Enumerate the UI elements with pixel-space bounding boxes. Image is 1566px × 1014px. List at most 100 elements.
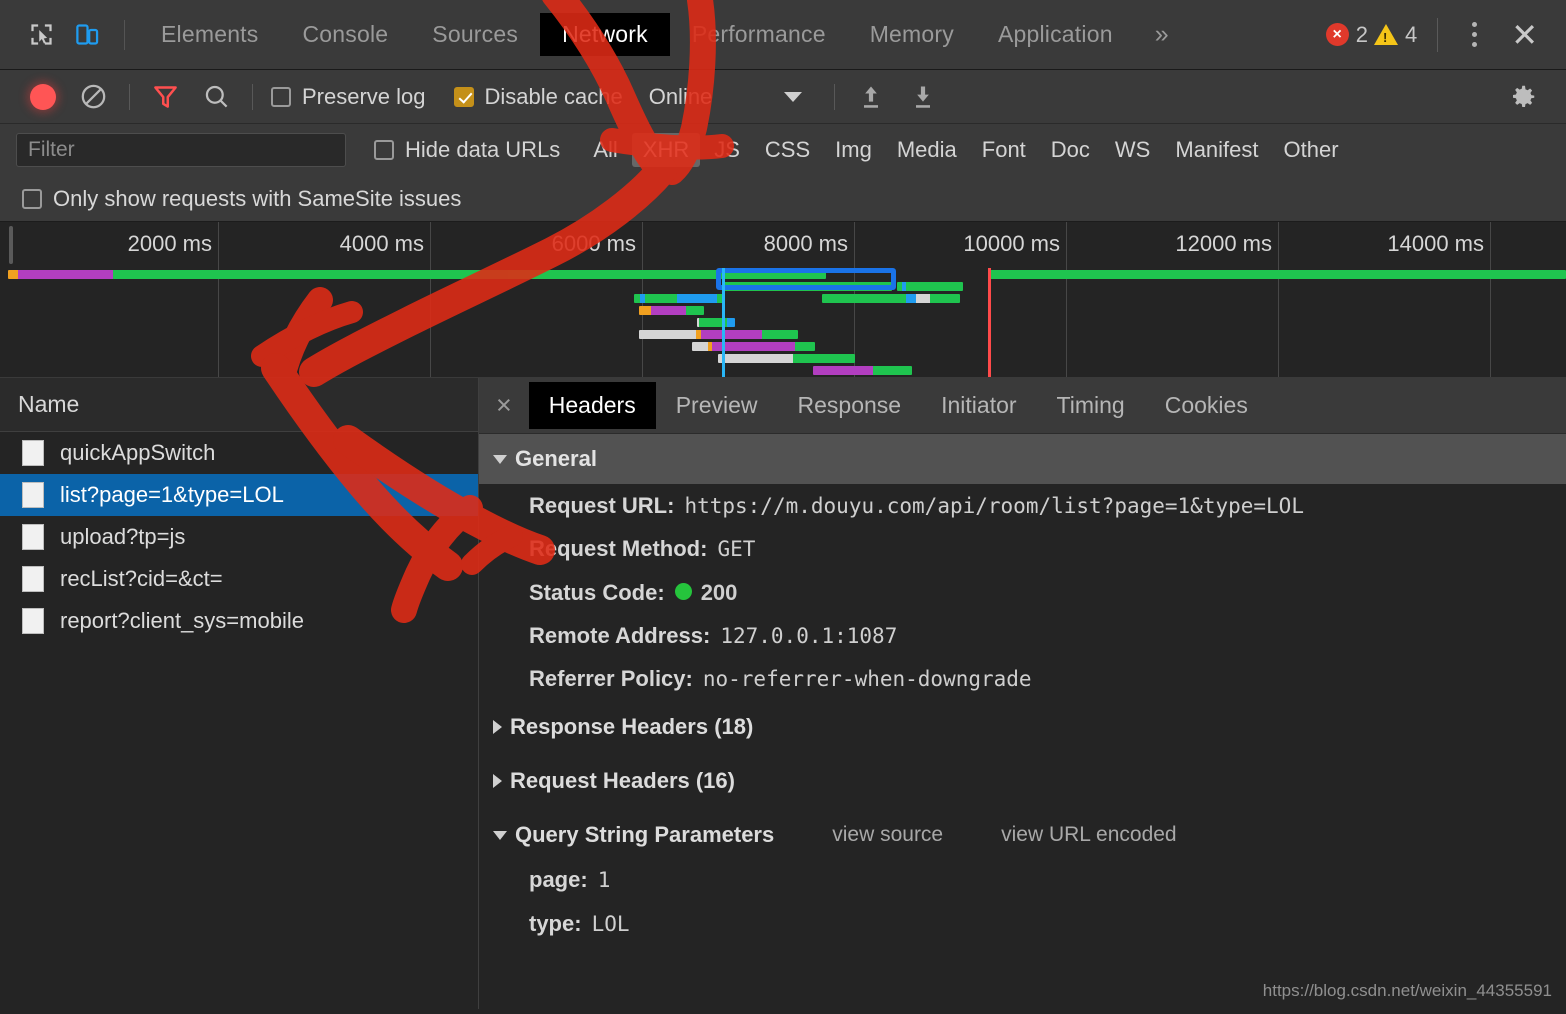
request-type-icon [22,440,44,466]
clear-button[interactable] [68,70,119,124]
detail-tab-initiator[interactable]: Initiator [921,382,1036,429]
panel-tabs: Elements Console Sources Network Perform… [139,13,1189,56]
filter-funnel-icon[interactable] [140,70,191,124]
overview-tick-label: 6000 ms [551,231,636,256]
type-filter-all[interactable]: All [582,133,628,167]
samesite-filter-row[interactable]: Only show requests with SameSite issues [0,176,1566,222]
detail-close-icon[interactable]: × [479,390,529,421]
view-source-link[interactable]: view source [832,823,943,847]
tab-application[interactable]: Application [976,13,1135,56]
general-item-value: GET [717,537,756,562]
disable-cache-checkbox[interactable]: Disable cache [453,84,623,110]
search-icon[interactable] [191,70,242,124]
toolbar-divider-2 [252,83,253,110]
request-detail-panel: × Headers Preview Response Initiator Tim… [479,378,1566,1009]
type-filter-manifest[interactable]: Manifest [1164,133,1269,167]
triangle-down-icon [493,830,507,840]
type-filter-css[interactable]: CSS [754,133,821,167]
record-button[interactable] [18,70,68,124]
general-item: Request Method: GET [479,527,1566,570]
waterfall-selection-box[interactable] [716,268,896,290]
request-row[interactable]: quickAppSwitch [0,432,478,474]
request-row[interactable]: upload?tp=js [0,516,478,558]
detail-tab-timing[interactable]: Timing [1037,382,1145,429]
tab-network[interactable]: Network [540,13,670,56]
response-headers-title: Response Headers (18) [510,714,754,740]
warning-badge[interactable]: 4 [1373,21,1418,48]
general-item-value: https://m.douyu.com/api/room/list?page=1… [684,494,1304,518]
samesite-checkbox-box [22,188,42,209]
throttle-select-value[interactable]: Online [649,84,713,110]
filter-input[interactable] [16,133,346,167]
view-url-encoded-link[interactable]: view URL encoded [1001,823,1177,847]
tab-console[interactable]: Console [280,13,410,56]
query-param-key: type: [529,910,582,936]
request-name: upload?tp=js [60,524,186,549]
request-row[interactable]: recList?cid=&ct= [0,558,478,600]
disable-cache-checkbox-box [453,86,474,107]
overview-tick-label: 10000 ms [963,231,1060,256]
warning-count: 4 [1404,21,1418,47]
more-tabs-icon[interactable]: » [1135,14,1189,55]
chevron-down-icon[interactable] [784,91,803,102]
request-name: recList?cid=&ct= [60,566,223,591]
kebab-menu-icon[interactable] [1458,16,1491,53]
devtools-window: Elements Console Sources Network Perform… [0,0,1566,1014]
hide-data-urls-checkbox[interactable]: Hide data URLs [374,137,560,163]
type-filter-ws[interactable]: WS [1104,133,1161,167]
general-item-key: Referrer Policy: [529,666,693,692]
query-string-section[interactable]: Query String Parameters view source view… [479,808,1566,858]
general-section-header[interactable]: General [479,434,1566,484]
type-filter-other[interactable]: Other [1273,133,1350,167]
waterfall-bar [8,270,826,279]
warning-icon [1373,24,1398,45]
general-item-key: Request URL: [529,493,675,518]
gear-icon[interactable] [1496,70,1550,124]
tab-elements[interactable]: Elements [139,13,280,56]
samesite-label: Only show requests with SameSite issues [53,185,462,211]
dom-content-loaded-marker [722,268,725,377]
general-item-key: Remote Address: [529,622,711,648]
request-type-icon [22,566,44,592]
general-item: Referrer Policy: no-referrer-when-downgra… [479,657,1566,700]
tabbar-right-controls: × 2 4 ✕ [1325,16,1552,54]
close-icon[interactable]: ✕ [1497,16,1552,54]
type-filter-doc[interactable]: Doc [1040,133,1101,167]
request-row[interactable]: report?client_sys=mobile [0,600,478,642]
import-har-icon[interactable] [845,70,897,124]
preserve-log-checkbox-box [271,86,291,107]
filter-row: Hide data URLs All XHR JS CSS Img Media … [0,124,1566,176]
overview-tick-label: 2000 ms [127,231,212,256]
tab-sources[interactable]: Sources [410,13,540,56]
type-filter-js[interactable]: JS [703,133,751,167]
export-har-icon[interactable] [897,70,949,124]
device-toolbar-icon[interactable] [64,12,110,58]
request-headers-section[interactable]: Request Headers (16) [479,754,1566,808]
tab-performance[interactable]: Performance [670,13,848,56]
network-overview[interactable]: 2000 ms 4000 ms 6000 ms 8000 ms 10000 ms 1200… [0,222,1566,378]
request-name: quickAppSwitch [60,440,216,465]
response-headers-section[interactable]: Response Headers (18) [479,700,1566,754]
overview-waterfall [0,268,1566,377]
error-badge[interactable]: × 2 [1325,22,1368,48]
request-name: list?page=1&type=LOL [60,482,284,507]
devtools-tabbar: Elements Console Sources Network Perform… [0,0,1566,70]
type-filter-font[interactable]: Font [971,133,1037,167]
type-filter-media[interactable]: Media [886,133,968,167]
detail-tab-preview[interactable]: Preview [656,382,778,429]
column-header-name[interactable]: Name [0,378,478,432]
query-string-params: page: 1 type: LOL [479,858,1566,945]
general-item: Remote Address: 127.0.0.1:1087 [479,614,1566,657]
type-filter-img[interactable]: Img [824,133,883,167]
type-filter-xhr[interactable]: XHR [631,133,701,167]
request-row[interactable]: list?page=1&type=LOL [0,474,478,516]
tab-memory[interactable]: Memory [848,13,976,56]
preserve-log-checkbox[interactable]: Preserve log [271,84,426,110]
detail-tab-headers[interactable]: Headers [528,382,656,429]
preserve-log-label: Preserve log [302,83,426,109]
query-param-item: type: LOL [479,902,1566,945]
detail-tab-cookies[interactable]: Cookies [1145,382,1268,429]
general-item-value: 127.0.0.1:1087 [720,623,898,648]
inspect-element-icon[interactable] [18,12,64,58]
detail-tab-response[interactable]: Response [778,382,922,429]
